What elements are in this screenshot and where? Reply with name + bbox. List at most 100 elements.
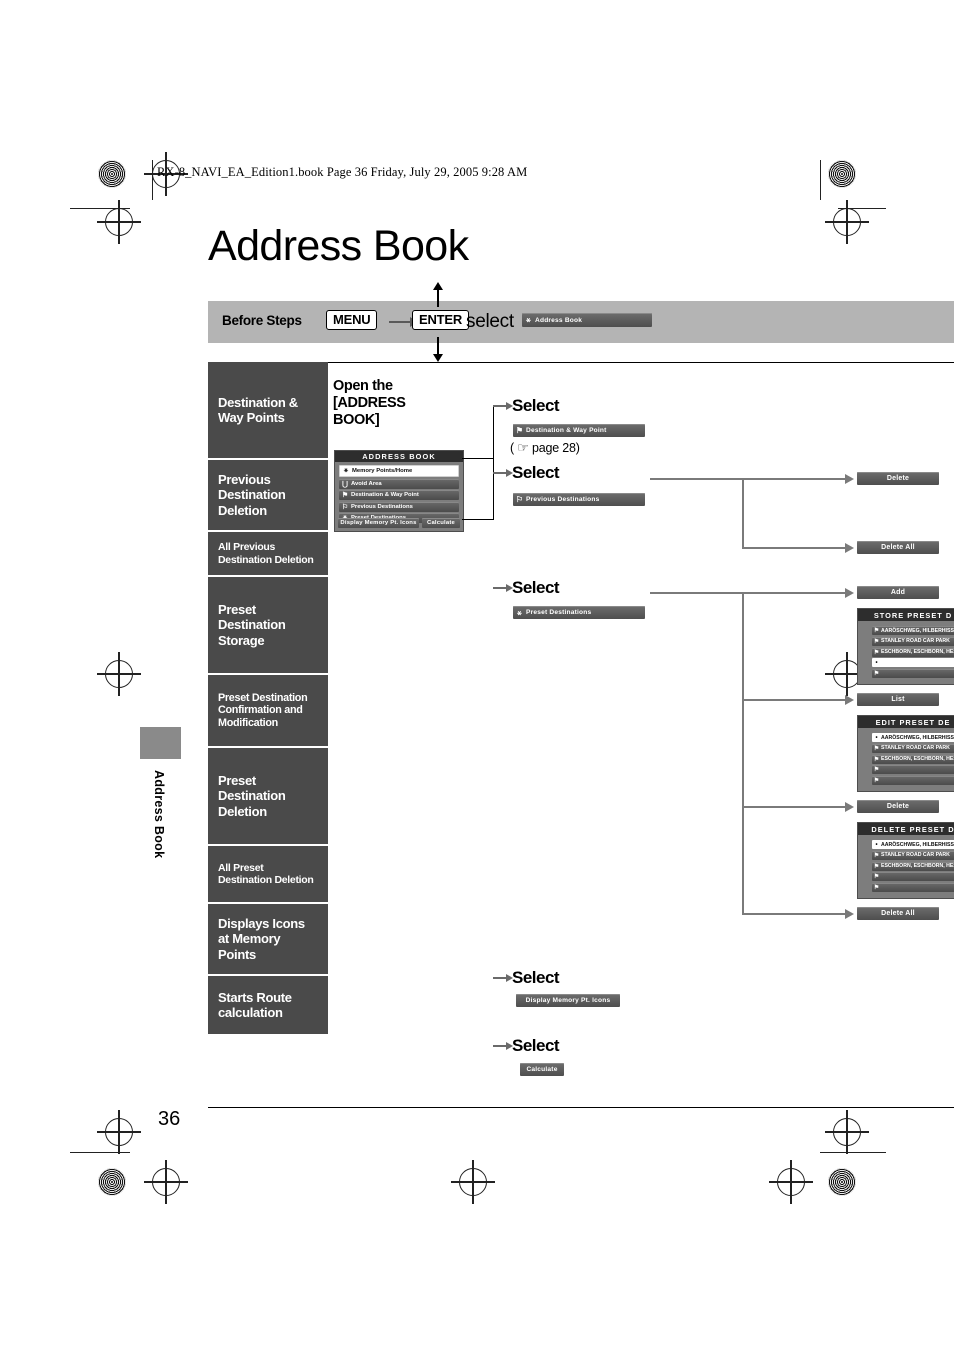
address-book-row-previous-destinations[interactable]: ⚐ Previous Destinations xyxy=(339,501,459,512)
address-book-icon: ⚹ xyxy=(526,315,531,324)
sidebar-item-label: Displays Icons at Memory Points xyxy=(218,916,305,962)
crop-mark-bottom-center xyxy=(451,1160,495,1204)
sidebar-item-preset-destination-storage[interactable]: Preset Destination Storage xyxy=(208,577,328,675)
flag-icon: ⚑ xyxy=(873,745,880,752)
cursor-icon: • xyxy=(875,734,878,741)
enter-key[interactable]: ENTER xyxy=(412,310,470,330)
delete-button[interactable]: Delete xyxy=(857,472,939,485)
open-instruction: Open the [ADDRESS BOOK] xyxy=(333,378,406,428)
address-book-target-button[interactable]: ⚹ Address Book xyxy=(522,313,652,327)
calculate-button[interactable]: Calculate xyxy=(422,518,460,528)
sidebar-item-starts-route-calculation[interactable]: Starts Route calculation xyxy=(208,976,328,1034)
crop-mark-bottom-left xyxy=(144,1160,188,1204)
step5-button-label: Calculate xyxy=(526,1066,558,1073)
branch3-to-list xyxy=(742,695,854,704)
arrow-menu-to-enter xyxy=(389,317,418,327)
crop-mark-left-lower xyxy=(97,1110,141,1154)
flag-icon: ⚑ xyxy=(873,885,880,892)
edit-preset-row[interactable]: • AARÖSCHWEG, HILBERHISSE xyxy=(872,733,954,742)
trim-rule-bottom-right xyxy=(820,1152,886,1154)
page-title: Address Book xyxy=(208,222,469,270)
step1-destination-waypoint-button[interactable]: ⚑ Destination & Way Point xyxy=(513,424,645,437)
address-book-row-avoid-area[interactable]: ⋃ Avoid Area xyxy=(339,478,459,489)
thumb-index-block xyxy=(140,727,181,759)
step2-button-label: Previous Destinations xyxy=(526,496,600,503)
delete-preset-row[interactable]: • AARÖSCHWEG, HILBERHISSE xyxy=(872,840,954,849)
step4-display-icons-button[interactable]: Display Memory Pt. Icons xyxy=(516,994,620,1007)
step3-preset-destinations-button[interactable]: ⚹ Preset Destinations xyxy=(513,606,645,619)
step5-calculate-button[interactable]: Calculate xyxy=(520,1063,564,1076)
branch3-to-delete xyxy=(742,802,854,811)
step2-previous-destinations-button[interactable]: ⚐ Previous Destinations xyxy=(513,493,645,506)
store-preset-rows: ⚑ AARÖSCHWEG, HILBERHISSE ⚑ STANLEY ROAD… xyxy=(858,621,954,684)
sidebar-item-previous-destination-deletion[interactable]: Previous Destination Deletion xyxy=(208,460,328,532)
side-tab-label: Address Book xyxy=(152,770,166,859)
add-button[interactable]: Add xyxy=(857,586,939,599)
flag-icon: ⚑ xyxy=(873,767,880,774)
flag-icon: ⚑ xyxy=(873,863,880,870)
delete-preset-row[interactable]: ⚑ ESCHBORN, ESCHBORN, HES xyxy=(872,861,954,871)
edit-preset-row-label: ESCHBORN, ESCHBORN, HES xyxy=(881,756,954,763)
display-memory-pt-icons-button[interactable]: Display Memory Pt. Icons xyxy=(338,518,419,528)
branch2-to-delete-all xyxy=(742,543,854,552)
edit-delete-button[interactable]: Delete xyxy=(857,800,939,813)
sidebar-item-label: Preset Destination Confirmation and Modi… xyxy=(218,691,308,729)
store-preset-row[interactable]: • xyxy=(872,658,954,668)
delete-all-preset-button[interactable]: Delete All xyxy=(857,907,939,920)
store-preset-row[interactable]: ⚑ ESCHBORN, ESCHBORN, HES xyxy=(872,647,954,657)
store-preset-row[interactable]: ⚑ xyxy=(872,669,954,679)
step2-select-label-main: Select xyxy=(512,463,560,482)
delete-preset-row[interactable]: ⚑ xyxy=(872,883,954,893)
address-book-row-label: Previous Destinations xyxy=(351,503,413,510)
store-preset-screen-title: STORE PRESET D xyxy=(858,609,954,621)
address-book-screen-bottom-bar: Display Memory Pt. Icons Calculate xyxy=(338,518,460,528)
edit-preset-row[interactable]: ⚑ STANLEY ROAD CAR PARK xyxy=(872,743,954,753)
sidebar-item-displays-icons-at-memory-points[interactable]: Displays Icons at Memory Points xyxy=(208,904,328,976)
store-preset-row-label: ESCHBORN, ESCHBORN, HES xyxy=(881,649,954,656)
edit-preset-row[interactable]: ⚑ xyxy=(872,776,954,786)
page-ref-prefix: ( xyxy=(510,441,514,455)
step3-button-label: Preset Destinations xyxy=(526,609,592,616)
edit-preset-rows: • AARÖSCHWEG, HILBERHISSE ⚑ STANLEY ROAD… xyxy=(858,728,954,791)
delete-all-button[interactable]: Delete All xyxy=(857,541,939,554)
file-header-line: RX-8_NAVI_EA_Edition1.book Page 36 Frida… xyxy=(157,165,528,179)
sidebar-item-destination-way-points[interactable]: Destination & Way Points xyxy=(208,362,328,460)
sidebar-item-all-preset-destination-deletion[interactable]: All Preset Destination Deletion xyxy=(208,846,328,904)
address-book-row-memory-points[interactable]: ⚹ Memory Points/Home xyxy=(339,465,459,477)
arrow-down-icon xyxy=(433,337,443,362)
step4-select-label: Select xyxy=(512,968,560,987)
step2-arrow xyxy=(493,468,513,477)
sidebar-item-all-previous-destination-deletion[interactable]: All Previous Destination Deletion xyxy=(208,532,328,577)
list-button[interactable]: List xyxy=(857,693,939,706)
address-book-row-label: Destination & Way Point xyxy=(351,492,419,499)
edit-preset-screen-title: EDIT PRESET DE xyxy=(858,716,954,728)
sidebar-item-label: Preset Destination Deletion xyxy=(218,773,286,819)
delete-preset-screen: DELETE PRESET D • AARÖSCHWEG, HILBERHISS… xyxy=(857,822,954,899)
page-ref-text: page 28) xyxy=(532,441,580,455)
sidebar: Destination & Way Points Previous Destin… xyxy=(208,362,328,1034)
delete-preset-row[interactable]: ⚑ STANLEY ROAD CAR PARK xyxy=(872,850,954,860)
sidebar-item-preset-destination-confirmation[interactable]: Preset Destination Confirmation and Modi… xyxy=(208,675,328,748)
store-preset-row[interactable]: ⚑ AARÖSCHWEG, HILBERHISSE xyxy=(872,626,954,635)
menu-key[interactable]: MENU xyxy=(326,310,378,330)
arrow-up-icon xyxy=(433,282,443,307)
trim-rule-vertical-right xyxy=(820,160,822,200)
edit-preset-row-label: AARÖSCHWEG, HILBERHISSE xyxy=(881,734,954,741)
crop-mark-left-upper xyxy=(97,200,141,244)
address-book-row-destination-waypoint[interactable]: ⚑ Destination & Way Point xyxy=(339,490,459,501)
edit-preset-row[interactable]: ⚑ xyxy=(872,765,954,775)
delete-preset-row[interactable]: ⚑ xyxy=(872,872,954,882)
registration-mark-top-right xyxy=(828,160,856,188)
connector-panel-top xyxy=(462,458,494,460)
sidebar-item-preset-destination-deletion[interactable]: Preset Destination Deletion xyxy=(208,748,328,846)
step4-arrow xyxy=(493,973,513,982)
edit-preset-row[interactable]: ⚑ ESCHBORN, ESCHBORN, HES xyxy=(872,754,954,764)
store-preset-row[interactable]: ⚑ STANLEY ROAD CAR PARK xyxy=(872,636,954,646)
crop-mark-bottom-right xyxy=(769,1160,813,1204)
destination-waypoint-icon: ⚑ xyxy=(515,425,524,435)
delete-preset-screen-title: DELETE PRESET D xyxy=(858,823,954,835)
flag-icon: ⚑ xyxy=(873,628,880,634)
step1-select-label: Select xyxy=(512,396,560,415)
page-reference: ( ☞ page 28) xyxy=(510,440,580,456)
before-steps-select-word: select xyxy=(466,311,514,332)
